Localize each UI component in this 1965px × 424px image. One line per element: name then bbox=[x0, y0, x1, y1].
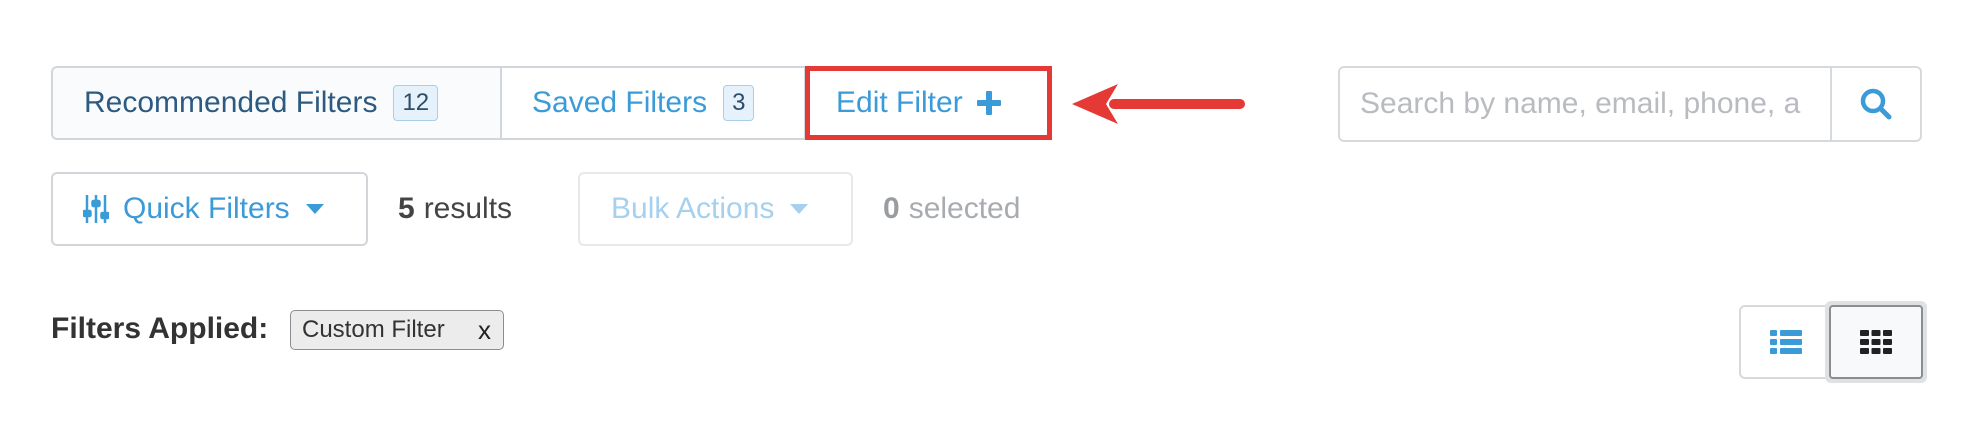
tab-saved-filters[interactable]: Saved Filters 3 bbox=[500, 66, 806, 140]
saved-count-badge: 3 bbox=[723, 85, 755, 121]
tab-recommended-filters[interactable]: Recommended Filters 12 bbox=[51, 66, 502, 140]
tab-recommended-filters-label: Recommended Filters bbox=[84, 86, 378, 119]
chevron-down-icon bbox=[305, 204, 324, 214]
annotation-highlight-box bbox=[805, 66, 1052, 140]
list-view-icon bbox=[1770, 330, 1802, 354]
chevron-down-icon bbox=[790, 204, 809, 214]
bulk-actions-label: Bulk Actions bbox=[611, 192, 775, 225]
selected-label: selected bbox=[908, 192, 1021, 225]
filters-applied-label: Filters Applied: bbox=[51, 312, 269, 345]
close-icon[interactable]: x bbox=[478, 315, 491, 346]
bulk-actions-button[interactable]: Bulk Actions bbox=[578, 172, 853, 246]
results-label: results bbox=[423, 192, 513, 225]
search-icon bbox=[1860, 88, 1892, 120]
grid-view-button[interactable] bbox=[1829, 305, 1923, 379]
list-view-button[interactable] bbox=[1739, 305, 1833, 379]
selected-count: 0 selected bbox=[883, 172, 1020, 246]
results-count: 5 results bbox=[398, 172, 512, 246]
tab-saved-filters-label: Saved Filters bbox=[532, 86, 708, 119]
filter-chip-label: Custom Filter bbox=[302, 316, 445, 343]
grid-view-icon bbox=[1860, 330, 1892, 354]
quick-filters-button[interactable]: Quick Filters bbox=[51, 172, 368, 246]
sliders-icon bbox=[83, 195, 109, 223]
search-button[interactable] bbox=[1830, 66, 1922, 142]
recommended-count-badge: 12 bbox=[393, 85, 439, 121]
selected-number: 0 bbox=[883, 192, 900, 225]
arrow-left-icon bbox=[1072, 84, 1245, 124]
results-number: 5 bbox=[398, 192, 415, 225]
filter-chip: Custom Filter x bbox=[290, 310, 504, 350]
quick-filters-label: Quick Filters bbox=[123, 192, 290, 225]
search-input[interactable] bbox=[1338, 66, 1832, 142]
